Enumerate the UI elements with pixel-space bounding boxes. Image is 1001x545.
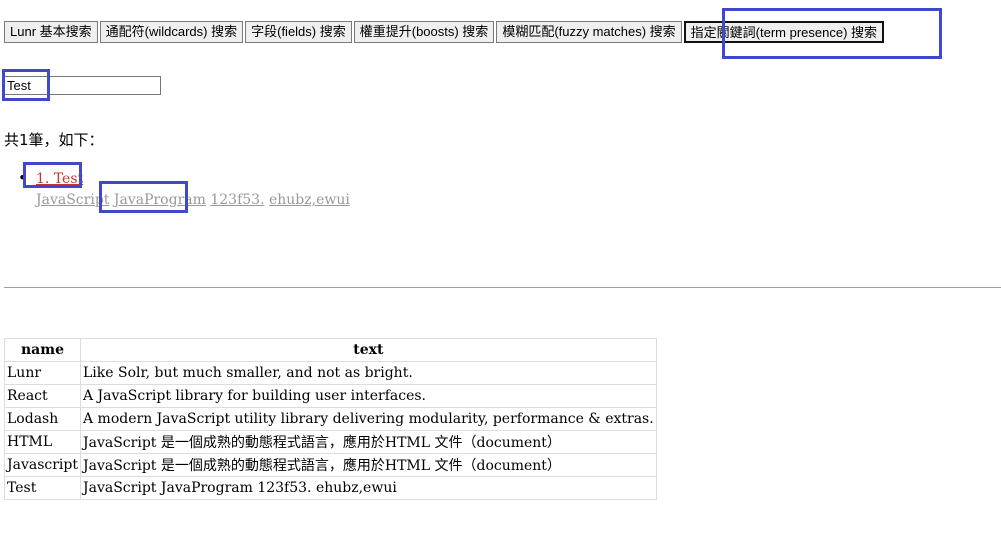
tab-wildcards[interactable]: 通配符(wildcards) 搜索 — [99, 21, 244, 43]
tab-lunr-basic[interactable]: Lunr 基本搜索 — [4, 21, 98, 43]
table-row: React A JavaScript library for building … — [4, 384, 657, 408]
page: Lunr 基本搜索 通配符(wildcards) 搜索 字段(fields) 搜… — [0, 0, 1001, 545]
search-input[interactable] — [4, 76, 161, 95]
bullet-icon: • — [18, 169, 27, 187]
table-cell-name: Test — [4, 476, 81, 500]
result-term-link[interactable]: JavaProgram — [114, 192, 206, 208]
result-list: • 1. Test JavaScript JavaProgram 123f53.… — [18, 168, 350, 210]
result-count: 共1筆，如下： — [4, 131, 104, 149]
table-cell-text: Like Solr, but much smaller, and not as … — [80, 361, 657, 385]
table-row: Test JavaScript JavaProgram 123f53. ehub… — [4, 476, 657, 500]
tab-fields[interactable]: 字段(fields) 搜索 — [245, 21, 352, 43]
tab-boosts[interactable]: 權重提升(boosts) 搜索 — [353, 21, 495, 43]
table-header-row: name text — [4, 338, 657, 362]
result-term-link[interactable]: 123f53. — [210, 192, 264, 208]
data-table: name text Lunr Like Solr, but much small… — [4, 338, 657, 500]
column-header-text: text — [80, 338, 657, 362]
list-item: • 1. Test JavaScript JavaProgram 123f53.… — [18, 168, 350, 210]
table-cell-name: HTML — [4, 430, 81, 454]
table-cell-name: Lunr — [4, 361, 81, 385]
column-header-name: name — [4, 338, 81, 362]
table-cell-text: JavaScript 是一個成熟的動態程式語言，應用於HTML 文件（docum… — [80, 453, 657, 477]
table-cell-text: JavaScript JavaProgram 123f53. ehubz,ewu… — [80, 476, 657, 500]
table-row: Lodash A modern JavaScript utility libra… — [4, 407, 657, 431]
divider — [4, 287, 1001, 288]
result-title-link[interactable]: 1. Test — [36, 170, 83, 188]
result-term-link[interactable]: ehubz,ewui — [269, 192, 350, 208]
tab-term-presence[interactable]: 指定關鍵詞(term presence) 搜索 — [683, 21, 885, 43]
result-text: JavaScript JavaProgram 123f53. ehubz,ewu… — [36, 190, 350, 210]
table-row: HTML JavaScript 是一個成熟的動態程式語言，應用於HTML 文件（… — [4, 430, 657, 454]
search-mode-tabs: Lunr 基本搜索 通配符(wildcards) 搜索 字段(fields) 搜… — [4, 21, 885, 43]
table-row: Lunr Like Solr, but much smaller, and no… — [4, 361, 657, 385]
table-row: Javascript JavaScript 是一個成熟的動態程式語言，應用於HT… — [4, 453, 657, 477]
table-cell-text: A modern JavaScript utility library deli… — [80, 407, 657, 431]
result-term-link[interactable]: JavaScript — [36, 192, 109, 208]
table-cell-text: A JavaScript library for building user i… — [80, 384, 657, 408]
table-cell-text: JavaScript 是一個成熟的動態程式語言，應用於HTML 文件（docum… — [80, 430, 657, 454]
table-cell-name: React — [4, 384, 81, 408]
tab-fuzzy-matches[interactable]: 模糊匹配(fuzzy matches) 搜索 — [496, 21, 682, 43]
table-cell-name: Lodash — [4, 407, 81, 431]
table-cell-name: Javascript — [4, 453, 81, 477]
